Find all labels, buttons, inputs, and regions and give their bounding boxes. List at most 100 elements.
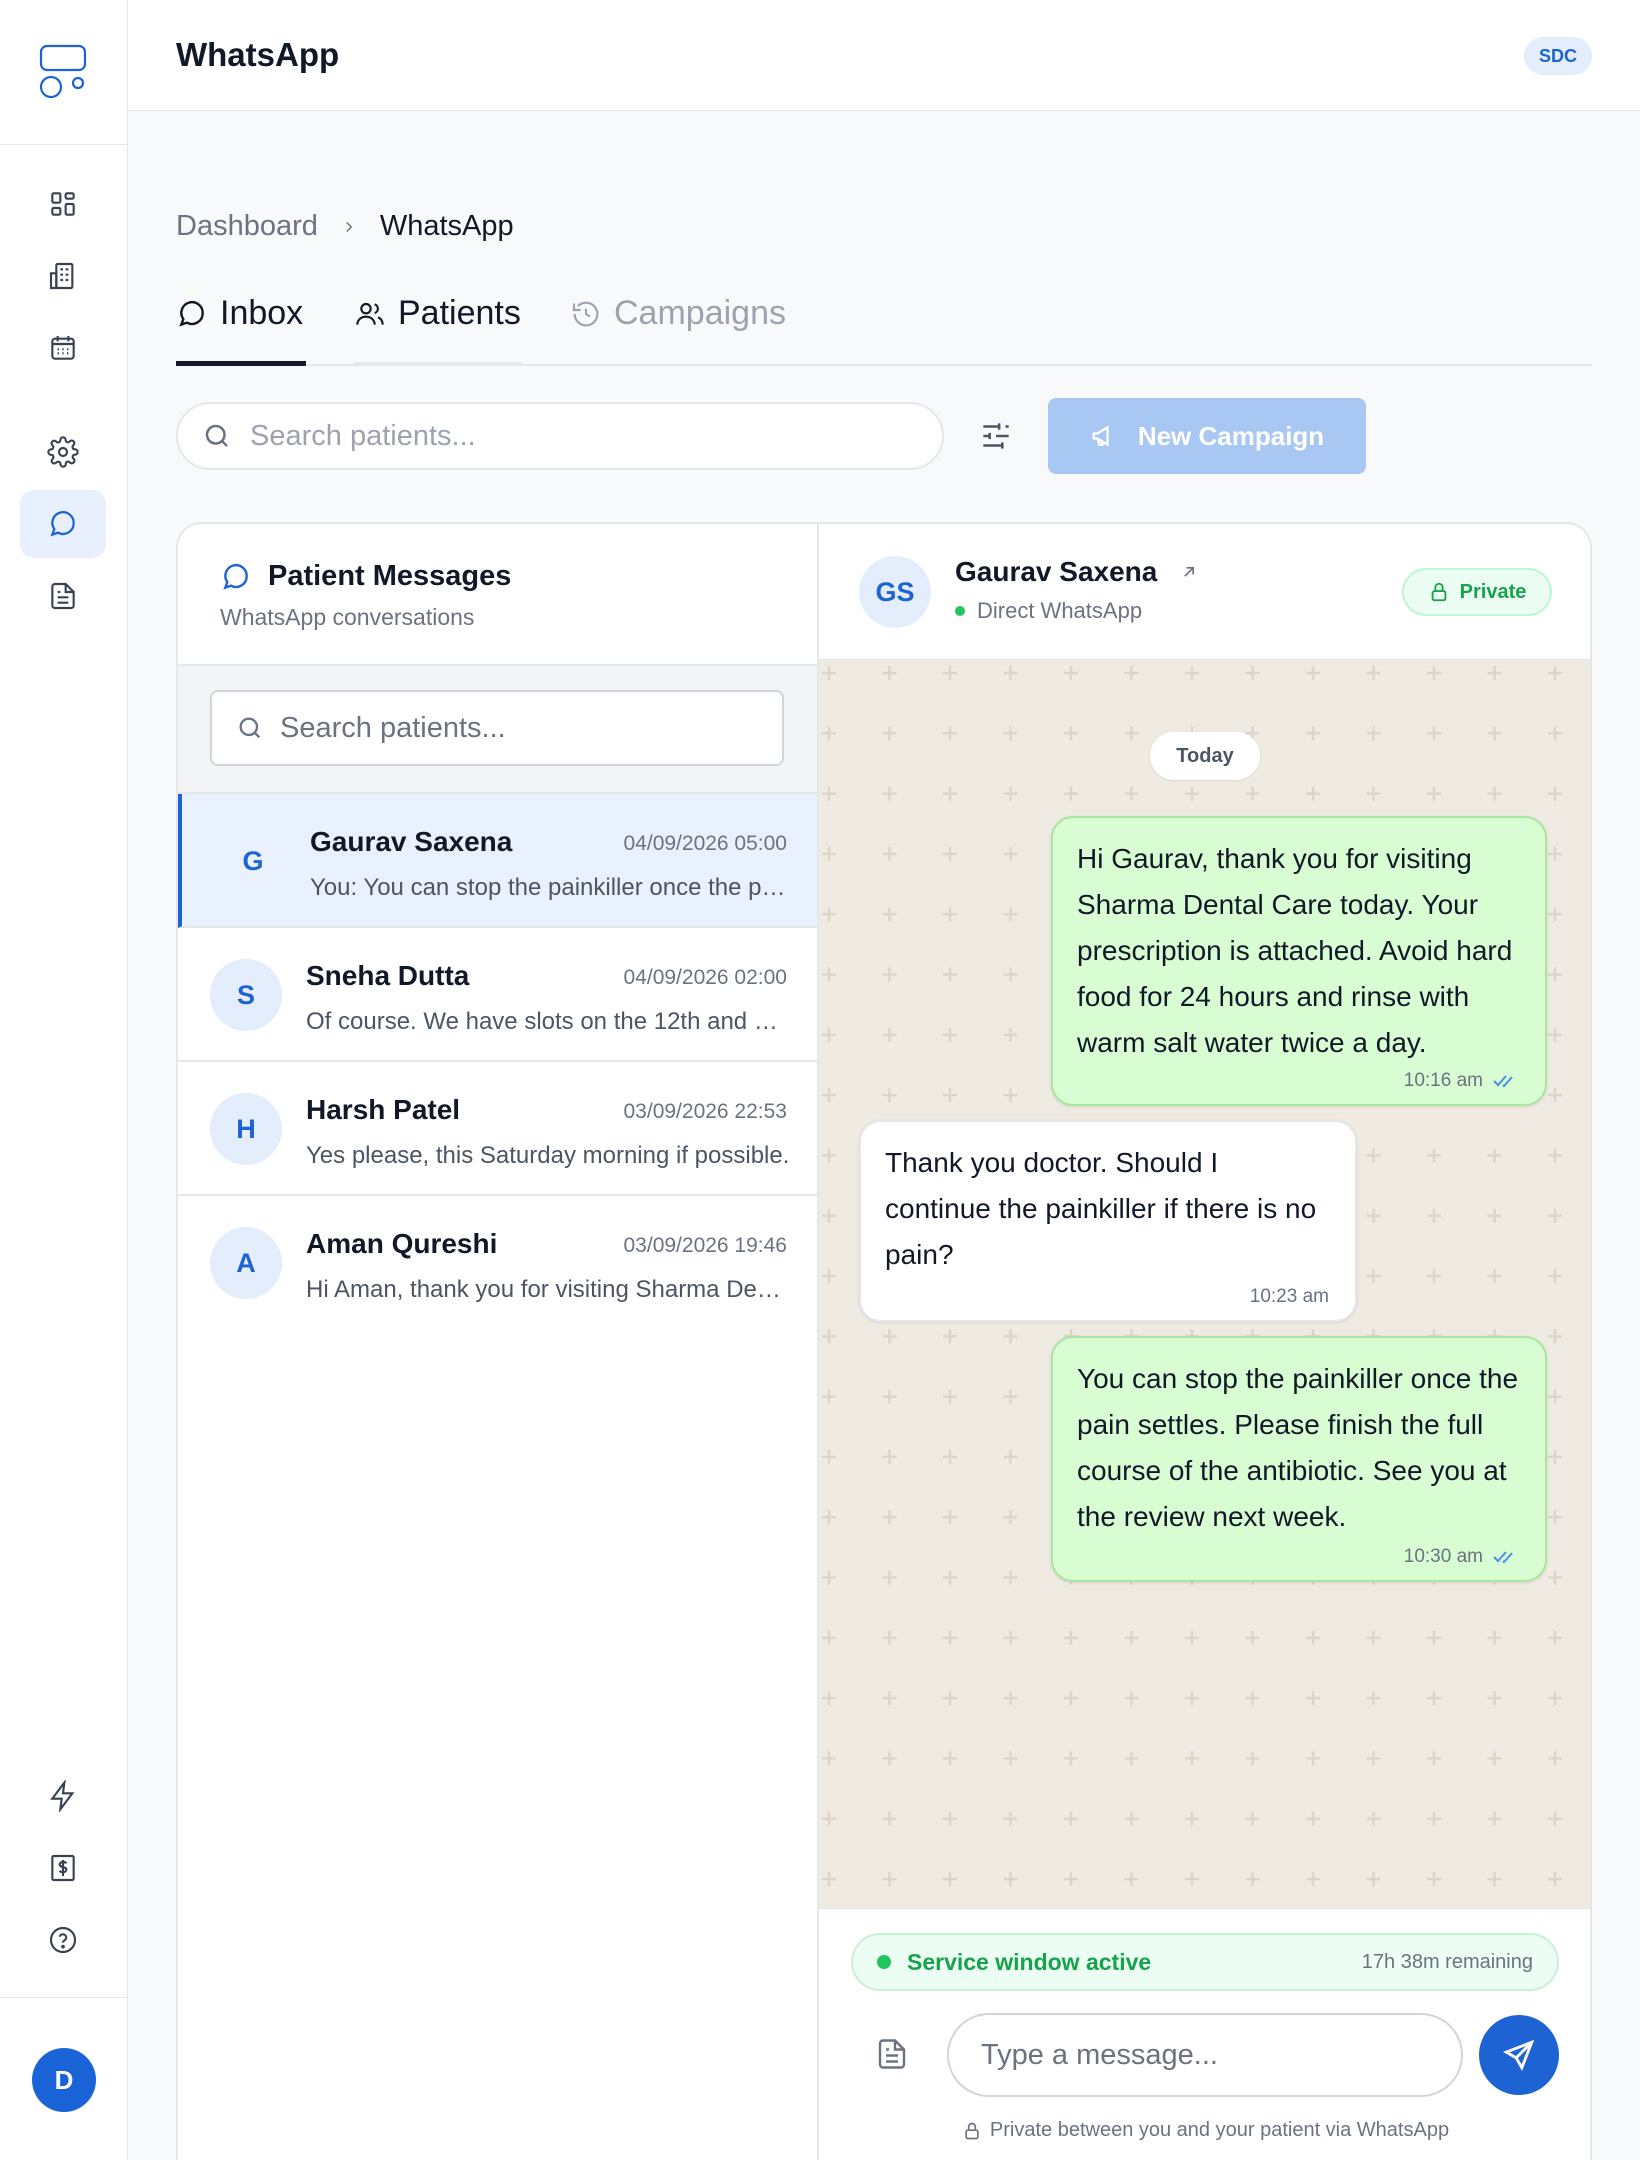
avatar: S — [210, 959, 282, 1031]
send-button[interactable] — [1479, 2015, 1559, 2095]
chat-pane: GS Gaurav Saxena Direct WhatsApp Private — [819, 524, 1590, 2160]
online-dot — [955, 606, 965, 616]
conversation-item[interactable]: S Sneha Dutta 04/09/2026 02:00 Of course… — [178, 928, 817, 1062]
help-circle-icon — [49, 1926, 77, 1954]
sidebar-item-settings[interactable] — [20, 418, 106, 486]
message-time: 10:23 am — [1249, 1286, 1329, 1307]
sidebar: D — [0, 0, 128, 2160]
conversation-preview: You: You can stop the painkiller once th… — [310, 874, 794, 901]
conversation-list-pane: Patient Messages WhatsApp conversations … — [178, 524, 819, 2160]
gear-icon — [47, 436, 79, 468]
sidebar-item-help[interactable] — [20, 1906, 106, 1974]
conversation-item[interactable]: H Harsh Patel 03/09/2026 22:53 Yes pleas… — [178, 1062, 817, 1196]
user-avatar[interactable]: D — [32, 2048, 96, 2112]
contact-status: Direct WhatsApp — [955, 598, 1142, 624]
filter-button[interactable] — [974, 414, 1018, 458]
conversation-time: 03/09/2026 22:53 — [623, 1100, 788, 1123]
contact-avatar: GS — [859, 556, 931, 628]
conversation-preview: Hi Aman, thank you for visiting Sharma D… — [306, 1276, 790, 1303]
private-badge-label: Private — [1459, 580, 1527, 603]
building-icon — [49, 262, 74, 290]
new-campaign-label: New Campaign — [1137, 420, 1325, 451]
attach-file-button[interactable] — [869, 2031, 915, 2077]
conversation-search-input[interactable] — [280, 711, 780, 745]
lock-icon — [1431, 582, 1446, 602]
tab-label: Inbox — [220, 294, 304, 332]
patient-search-input[interactable] — [250, 419, 900, 453]
sidebar-item-documents[interactable] — [20, 562, 106, 630]
sidebar-item-whatsapp[interactable] — [20, 490, 106, 558]
breadcrumb: Dashboard WhatsApp — [176, 210, 514, 243]
new-campaign-button[interactable]: New Campaign — [1048, 398, 1366, 474]
sidebar-item-clinic[interactable] — [20, 242, 106, 310]
message-input-field[interactable] — [981, 2038, 1431, 2072]
message-text: You can stop the painkiller once the pai… — [1077, 1363, 1519, 1532]
message-area[interactable]: Today Hi Gaurav, thank you for visiting … — [819, 660, 1590, 1908]
top-bar: WhatsApp SDC — [128, 0, 1640, 111]
sidebar-item-dashboard[interactable] — [20, 170, 106, 238]
patient-search[interactable] — [176, 402, 944, 470]
message-circle-icon — [179, 301, 204, 327]
conversation-item[interactable]: G Gaurav Saxena 04/09/2026 05:00 You: Yo… — [178, 794, 817, 928]
sidebar-item-calendar[interactable] — [20, 314, 106, 382]
message-incoming[interactable]: Thank you doctor. Should I continue the … — [859, 1120, 1357, 1322]
privacy-note: Private between you and your patient via… — [819, 2119, 1590, 2142]
contact-name-text: Gaurav Saxena — [955, 556, 1158, 587]
message-input[interactable] — [947, 2013, 1463, 2097]
avatar: H — [210, 1093, 282, 1165]
conversation-item[interactable]: A Aman Qureshi 03/09/2026 19:46 Hi Aman,… — [178, 1196, 817, 1330]
list-title: Patient Messages — [220, 560, 511, 593]
conversation-name: Aman Qureshi — [306, 1228, 498, 1259]
service-window-label: Service window active — [907, 1948, 1152, 1975]
external-link-icon[interactable] — [1179, 562, 1199, 582]
composer-area: Service window active 17h 38m remaining … — [819, 1908, 1590, 2160]
conversation-preview: Of course. We have slots on the 12th and… — [306, 1008, 790, 1035]
privacy-note-text: Private between you and your patient via… — [989, 2119, 1450, 2141]
message-circle-icon — [223, 563, 248, 590]
tab-campaigns[interactable]: Campaigns — [570, 286, 786, 366]
message-meta: 10:23 am — [1250, 1286, 1329, 1308]
sidebar-item-billing[interactable] — [20, 1834, 106, 1902]
service-window-banner: Service window active 17h 38m remaining — [851, 1933, 1559, 1991]
lock-icon — [965, 2122, 979, 2139]
search-icon — [239, 717, 261, 739]
service-window-status: Service window active — [877, 1949, 1151, 1976]
list-header: Patient Messages WhatsApp conversations — [178, 524, 817, 666]
chat-header: GS Gaurav Saxena Direct WhatsApp Private — [819, 524, 1590, 660]
conversation-name: Sneha Dutta — [306, 960, 470, 991]
list-title-text: Patient Messages — [268, 560, 512, 592]
calendar-icon — [51, 336, 75, 360]
file-text-icon — [51, 582, 75, 610]
status-dot — [877, 1955, 891, 1969]
conversation-time: 04/09/2026 02:00 — [623, 966, 788, 989]
message-time: 10:16 am — [1403, 1070, 1483, 1091]
history-icon — [572, 301, 599, 327]
avatar: A — [210, 1227, 282, 1299]
conversation-name: Harsh Patel — [306, 1094, 461, 1125]
list-search-area — [178, 666, 817, 794]
conversation-preview: Yes please, this Saturday morning if pos… — [306, 1142, 790, 1169]
message-circle-icon — [50, 511, 75, 537]
conversation-search[interactable] — [210, 690, 784, 766]
tab-patients[interactable]: Patients — [354, 286, 522, 366]
private-badge: Private — [1402, 568, 1552, 616]
sidebar-divider — [0, 1997, 127, 1998]
app-logo[interactable] — [0, 0, 127, 145]
message-meta: 10:30 am — [1404, 1546, 1519, 1568]
org-badge[interactable]: SDC — [1524, 37, 1592, 75]
date-divider: Today — [1150, 732, 1260, 780]
contact-name[interactable]: Gaurav Saxena — [955, 556, 1199, 588]
message-outgoing[interactable]: Hi Gaurav, thank you for visiting Sharma… — [1051, 816, 1547, 1106]
double-check-icon — [1493, 1075, 1513, 1088]
contact-status-text: Direct WhatsApp — [977, 598, 1143, 623]
message-outgoing[interactable]: You can stop the painkiller once the pai… — [1051, 1336, 1547, 1582]
tab-inbox[interactable]: Inbox — [176, 286, 306, 366]
sidebar-item-automations[interactable] — [20, 1762, 106, 1830]
dollar-receipt-icon — [51, 1854, 75, 1882]
breadcrumb-dashboard[interactable]: Dashboard — [176, 210, 318, 243]
grid-icon — [51, 192, 75, 216]
message-text: Thank you doctor. Should I continue the … — [885, 1147, 1317, 1270]
conversation-time: 04/09/2026 05:00 — [623, 832, 788, 855]
message-text: Hi Gaurav, thank you for visiting Sharma… — [1077, 843, 1513, 1058]
tab-bar: Inbox Patients Campaigns — [176, 286, 1592, 366]
